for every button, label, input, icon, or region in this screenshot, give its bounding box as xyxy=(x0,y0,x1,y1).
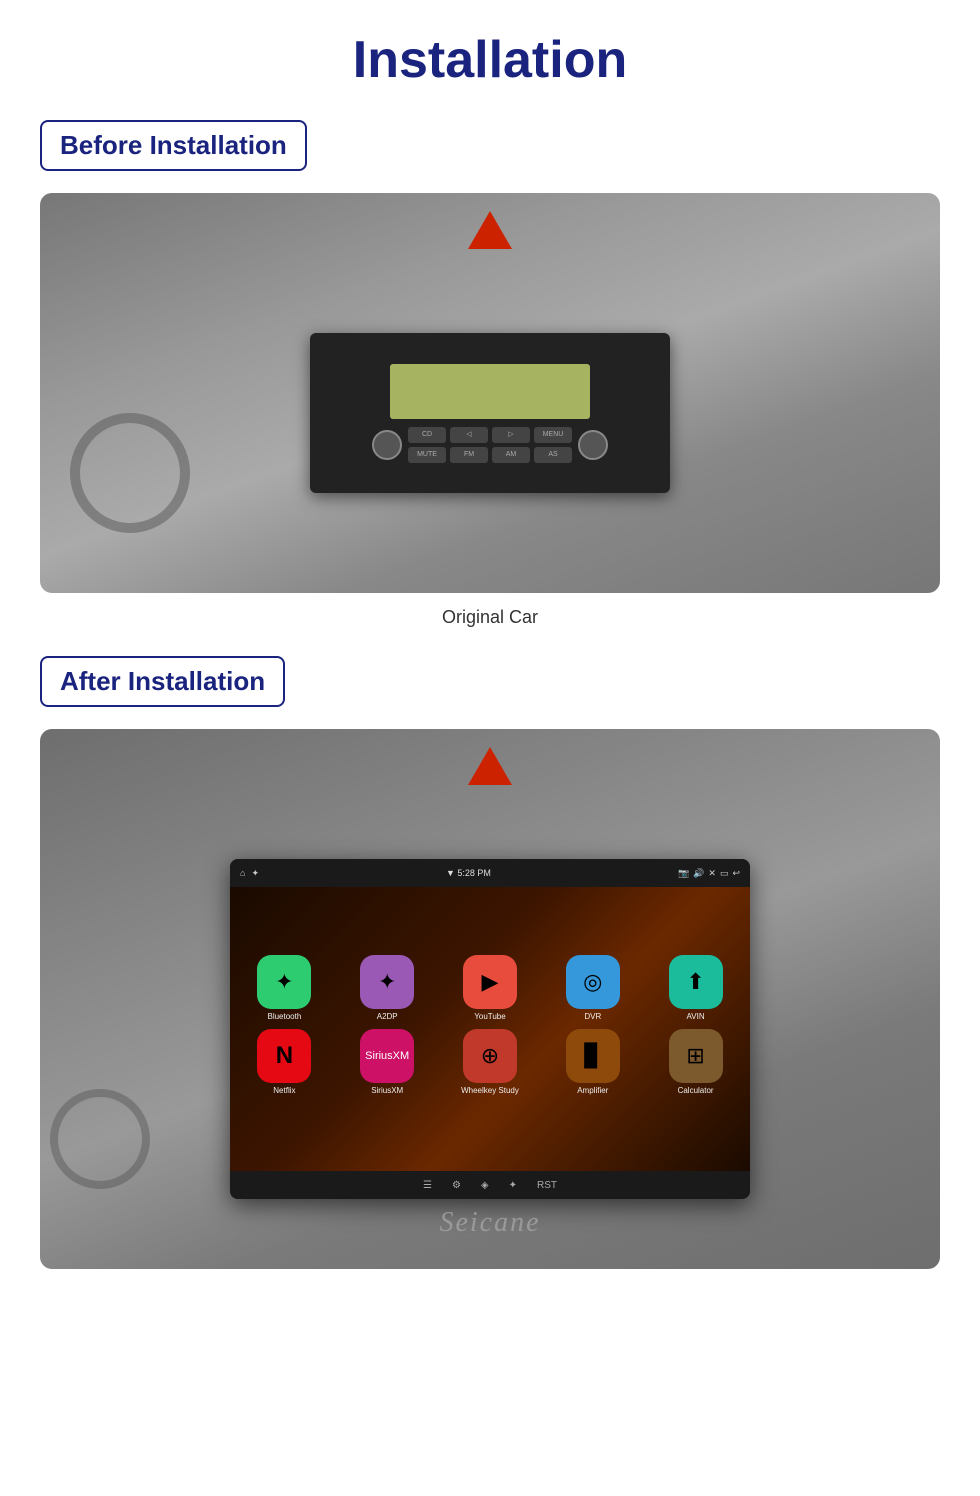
app-wheelkey[interactable]: ⊕ Wheelkey Study xyxy=(444,1029,537,1095)
app-grid-row2: N Netflix SiriusXM SiriusXM ⊕ Wheelkey S… xyxy=(238,1029,742,1095)
radio-buttons: CD ◁ ▷ MENU MUTE FM AM AS xyxy=(372,427,608,463)
app-siriusxm[interactable]: SiriusXM SiriusXM xyxy=(341,1029,434,1095)
app-avin[interactable]: ⬆ AVIN xyxy=(649,955,742,1021)
app-amplifier[interactable]: ▊ Amplifier xyxy=(546,1029,639,1095)
status-left-icons: ⌂ ✦ xyxy=(240,868,259,879)
seicane-brand: Seicane xyxy=(439,1207,540,1239)
radio-btn-row-1: CD ◁ ▷ MENU xyxy=(408,427,572,443)
before-installation-image: CD ◁ ▷ MENU MUTE FM AM AS xyxy=(40,193,940,593)
radio-knob-left xyxy=(372,430,402,460)
siriusxm-icon: SiriusXM xyxy=(360,1029,414,1083)
status-bar: ⌂ ✦ ▼ 5:28 PM 📷 🔊 ✕ ▭ ↩ xyxy=(230,859,750,887)
camera-status-icon: 📷 xyxy=(678,868,689,879)
bottom-icon-3[interactable]: ◈ xyxy=(481,1180,489,1191)
before-installation-badge: Before Installation xyxy=(40,120,307,171)
home-icon[interactable]: ⌂ xyxy=(240,868,245,878)
app-dvr[interactable]: ◎ DVR xyxy=(546,955,639,1021)
back-icon[interactable]: ↩ xyxy=(732,868,740,879)
bluetooth-icon: ✦ xyxy=(257,955,311,1009)
app-netflix[interactable]: N Netflix xyxy=(238,1029,331,1095)
app-calculator[interactable]: ⊞ Calculator xyxy=(649,1029,742,1095)
after-installation-badge: After Installation xyxy=(40,656,285,707)
close-icon[interactable]: ✕ xyxy=(708,868,716,879)
netflix-icon: N xyxy=(257,1029,311,1083)
bottom-icon-4[interactable]: ✦ xyxy=(509,1180,517,1191)
bottom-icon-5[interactable]: RST xyxy=(537,1180,557,1191)
before-caption: Original Car xyxy=(40,607,940,628)
status-time: ▼ 5:28 PM xyxy=(446,868,491,878)
radio-knob-right xyxy=(578,430,608,460)
dvr-icon: ◎ xyxy=(566,955,620,1009)
amplifier-icon: ▊ xyxy=(566,1029,620,1083)
android-bottom-nav: ☰ ⚙ ◈ ✦ RST xyxy=(230,1171,750,1199)
page-title: Installation xyxy=(40,20,940,90)
steering-wheel-after xyxy=(50,1089,150,1189)
after-installation-image: ⌂ ✦ ▼ 5:28 PM 📷 🔊 ✕ ▭ ↩ ✦ Bluetooth xyxy=(40,729,940,1269)
bottom-icon-2[interactable]: ⚙ xyxy=(452,1180,461,1191)
app-bluetooth[interactable]: ✦ Bluetooth xyxy=(238,955,331,1021)
window-icon[interactable]: ▭ xyxy=(720,868,729,879)
radio-btn-row-2: MUTE FM AM AS xyxy=(408,447,572,463)
android-home-screen: ✦ Bluetooth ✦ A2DP ▶ YouTube ◎ DVR ⬆ A xyxy=(230,887,750,1171)
volume-icon[interactable]: 🔊 xyxy=(693,868,704,879)
status-right-icons: 📷 🔊 ✕ ▭ ↩ xyxy=(678,868,740,879)
youtube-icon: ▶ xyxy=(463,955,517,1009)
hazard-triangle xyxy=(468,211,512,249)
app-youtube[interactable]: ▶ YouTube xyxy=(444,955,537,1021)
wheelkey-icon: ⊕ xyxy=(463,1029,517,1083)
app-a2dp[interactable]: ✦ A2DP xyxy=(341,955,434,1021)
avin-icon: ⬆ xyxy=(669,955,723,1009)
calculator-icon: ⊞ xyxy=(669,1029,723,1083)
app-grid-row1: ✦ Bluetooth ✦ A2DP ▶ YouTube ◎ DVR ⬆ A xyxy=(238,955,742,1021)
steering-wheel xyxy=(70,413,190,533)
hazard-triangle-after xyxy=(468,747,512,785)
wifi-icon: ✦ xyxy=(251,868,259,879)
bottom-icon-1[interactable]: ☰ xyxy=(423,1180,432,1191)
radio-screen xyxy=(390,364,590,419)
old-radio-unit: CD ◁ ▷ MENU MUTE FM AM AS xyxy=(310,333,670,493)
android-head-unit: ⌂ ✦ ▼ 5:28 PM 📷 🔊 ✕ ▭ ↩ ✦ Bluetooth xyxy=(230,859,750,1199)
a2dp-icon: ✦ xyxy=(360,955,414,1009)
